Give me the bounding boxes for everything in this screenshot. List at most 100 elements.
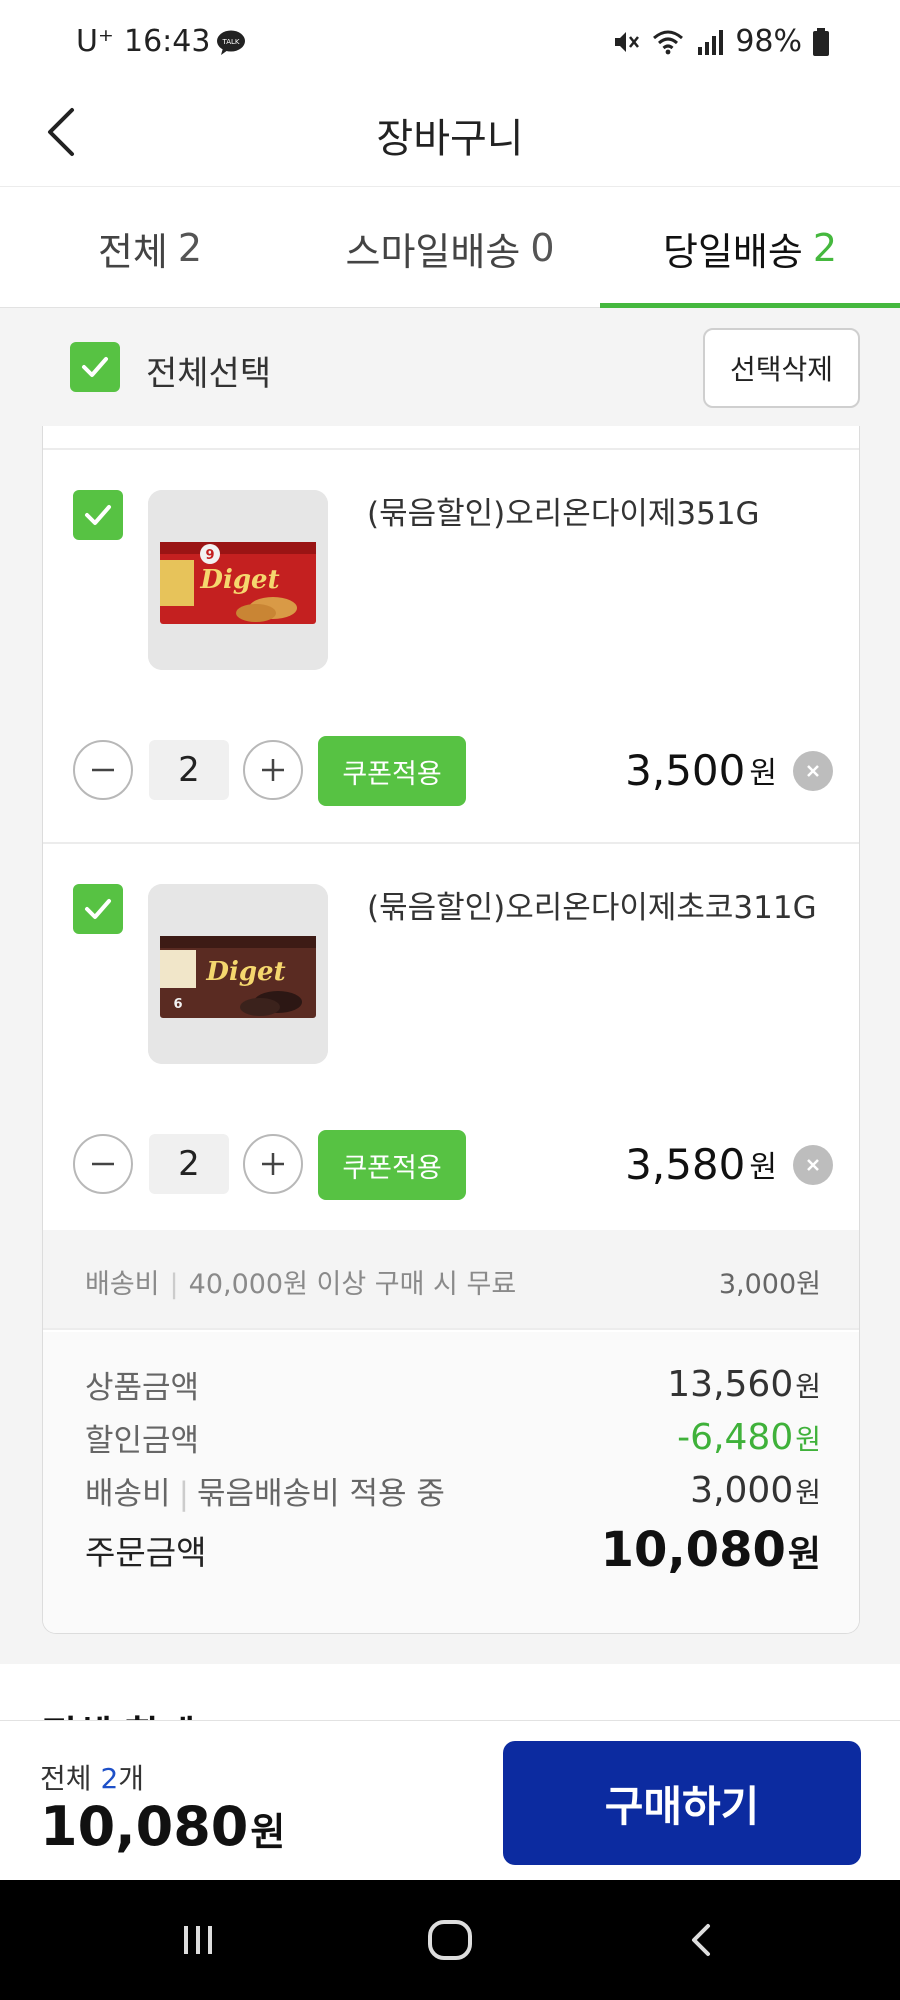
product-thumbnail[interactable]: Diget 6 [148, 884, 328, 1064]
item-checkbox[interactable] [73, 884, 123, 934]
home-button[interactable] [420, 1910, 480, 1970]
system-nav-bar [0, 1880, 900, 2000]
quantity-increase-button[interactable] [243, 1134, 303, 1194]
amount-number: 13,560 [667, 1364, 794, 1405]
tab-label: 스마일배송 [345, 229, 521, 274]
product-thumbnail[interactable]: Diget 9 [148, 490, 328, 670]
item-price: 3,580 원 [625, 1134, 777, 1194]
total-price: 10,080원 [40, 1795, 285, 1858]
product-amount-label: 상품금액 [85, 1370, 200, 1406]
amount-number: -6,480 [677, 1417, 794, 1458]
talk-badge-text: TALK [221, 38, 239, 46]
home-icon [428, 1920, 472, 1960]
amount-unit: 원 [795, 1370, 821, 1403]
apply-coupon-button[interactable]: 쿠폰적용 [318, 1130, 466, 1200]
close-icon [807, 1159, 819, 1171]
product-amount-row: 상품금액 13,560원 [85, 1362, 821, 1407]
shipping-info: 배송비 | 40,000원 이상 구매 시 무료 [85, 1262, 516, 1301]
signal-icon [698, 29, 724, 55]
thumb-badge-text: 9 [205, 548, 214, 563]
quantity-decrease-button[interactable] [73, 1134, 133, 1194]
tab-label: 전체 [97, 229, 168, 274]
tab-same-day-delivery[interactable]: 당일배송 2 [600, 187, 900, 309]
status-right: 98% [611, 24, 830, 59]
product-image: Diget 9 [148, 490, 328, 670]
total-price-number: 10,080 [40, 1795, 249, 1858]
recents-button[interactable] [168, 1910, 228, 1970]
product-name[interactable]: (묶음할인)오리온다이제초코311G [367, 884, 827, 932]
kakaotalk-icon: TALK [217, 30, 245, 55]
status-time: 16:43 [124, 24, 211, 59]
price-unit: 원 [749, 1150, 777, 1185]
carrier-label: U⁺ [76, 24, 114, 59]
price-value: 3,500 [625, 745, 746, 795]
thumb-badge-text: 6 [173, 997, 182, 1012]
separator: | [169, 1269, 179, 1300]
discount-amount-row: 할인금액 -6,480원 [85, 1415, 821, 1460]
amount-number: 3,000 [690, 1470, 794, 1511]
product-image: Diget 6 [148, 884, 328, 1064]
shipping-amount-label: 배송비 | 묶음배송비 적용 중 [85, 1468, 445, 1513]
order-amount-row: 주문금액 10,080원 [85, 1522, 821, 1578]
page-title: 장바구니 [376, 116, 524, 162]
discount-amount-value: -6,480원 [677, 1417, 821, 1458]
battery-percent: 98% [735, 24, 802, 59]
nav-back-icon [692, 1924, 710, 1956]
shipping-label: 배송비 [85, 1476, 171, 1512]
select-all-label: 전체선택 [146, 354, 272, 394]
minus-icon [92, 1162, 114, 1166]
cart-card: Diget 9 (묶음할인)오리온다이제351G 2 쿠폰적용 3,500원 [42, 426, 860, 1634]
recents-icon [184, 1926, 212, 1954]
remove-item-button[interactable] [793, 1145, 833, 1185]
shipping-amount-row: 배송비 | 묶음배송비 적용 중 3,000원 [85, 1468, 821, 1513]
plus-icon [262, 759, 284, 781]
product-name[interactable]: (묶음할인)오리온다이제351G [367, 490, 827, 538]
shipping-label: 배송비 [85, 1269, 160, 1300]
amount-unit: 원 [795, 1476, 821, 1509]
cart-item: Diget 6 (묶음할인)오리온다이제초코311G 2 쿠폰적용 3,580 원 [43, 842, 859, 1234]
total-section-peek: 전체 합계 [0, 1664, 900, 1724]
order-summary: 상품금액 13,560원 할인금액 -6,480원 배송비 | 묶음배송비 적용 중… [43, 1332, 859, 1633]
delete-selected-button[interactable]: 선택삭제 [703, 328, 860, 408]
check-icon [85, 505, 111, 525]
buy-button[interactable]: 구매하기 [503, 1741, 861, 1865]
amount-unit: 원 [787, 1534, 821, 1575]
product-amount-value: 13,560원 [667, 1364, 821, 1405]
price-value: 3,580 [625, 1139, 746, 1189]
discount-amount-label: 할인금액 [85, 1423, 200, 1459]
quantity-value[interactable]: 2 [149, 740, 229, 800]
quantity-increase-button[interactable] [243, 740, 303, 800]
delivery-tabs: 전체 2 스마일배송 0 당일배송 2 [0, 186, 900, 308]
remove-item-button[interactable] [793, 751, 833, 791]
select-all-checkbox[interactable] [70, 342, 120, 392]
battery-icon [813, 27, 829, 56]
shipping-amount-value: 3,000원 [690, 1470, 821, 1511]
item-checkbox[interactable] [73, 490, 123, 540]
total-prefix: 전체 [40, 1762, 92, 1795]
quantity-value[interactable]: 2 [149, 1134, 229, 1194]
nav-back-button[interactable] [672, 1910, 732, 1970]
app-header: 장바구니 [0, 86, 900, 186]
plus-icon [262, 1153, 284, 1175]
close-icon [807, 765, 819, 777]
quantity-decrease-button[interactable] [73, 740, 133, 800]
check-icon [85, 899, 111, 919]
amount-unit: 원 [795, 1423, 821, 1456]
tab-count: 0 [530, 226, 555, 270]
tab-count: 2 [177, 226, 203, 270]
shipping-note: 묶음배송비 적용 중 [197, 1476, 445, 1512]
item-price: 3,500 원 [625, 740, 777, 800]
shipping-fee-row: 배송비 | 40,000원 이상 구매 시 무료 3,000원 [43, 1230, 859, 1330]
check-icon [82, 357, 108, 377]
select-all-bar: 전체선택 선택삭제 [0, 308, 900, 426]
total-suffix: 개 [118, 1762, 145, 1795]
apply-coupon-button[interactable]: 쿠폰적용 [318, 736, 466, 806]
tab-all[interactable]: 전체 2 [0, 187, 300, 309]
separator: | [178, 1476, 190, 1512]
minus-icon [92, 768, 114, 772]
tab-smile-delivery[interactable]: 스마일배송 0 [300, 187, 600, 309]
checkout-bar: 전체 2개 10,080원 구매하기 [0, 1720, 900, 1880]
wifi-icon [653, 30, 684, 54]
order-amount-value: 10,080원 [601, 1522, 821, 1578]
cart-item: Diget 9 (묶음할인)오리온다이제351G 2 쿠폰적용 3,500 원 [43, 450, 859, 842]
